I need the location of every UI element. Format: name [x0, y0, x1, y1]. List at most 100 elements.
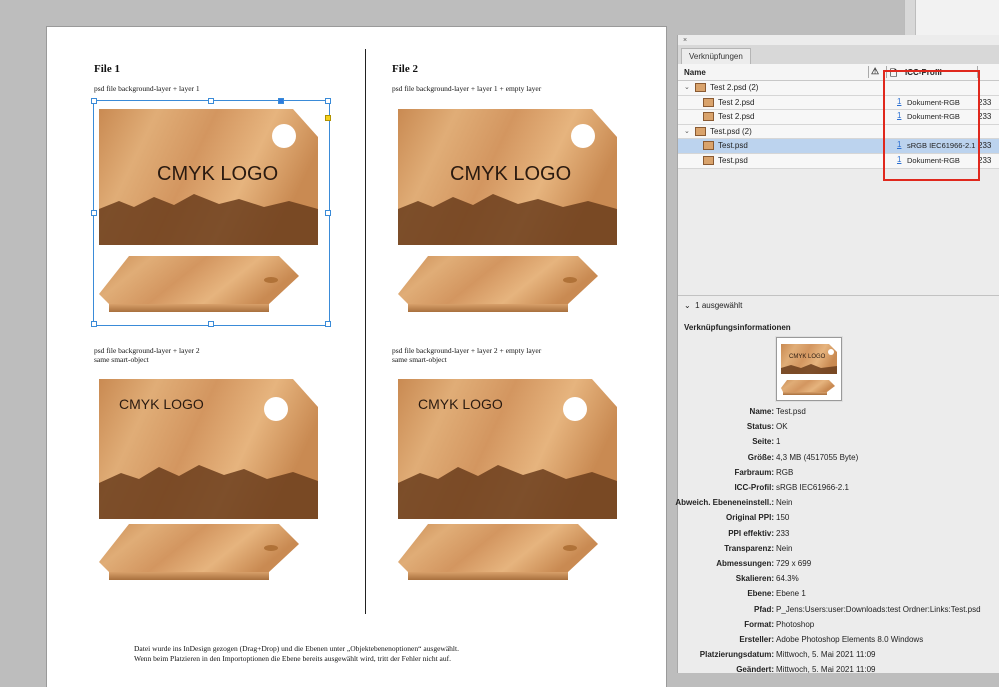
link-label: Test.psd [718, 155, 748, 165]
link-info-row: Format: Photoshop [678, 618, 999, 633]
link-info-row: Abweich. Ebeneneinstell.: Nein [675, 496, 999, 511]
file2-board-image-1[interactable]: CMYK LOGO [398, 109, 617, 245]
selection-count[interactable]: ⌄ 1 ausgewählt [684, 301, 742, 310]
resize-handle-tm-2[interactable] [278, 98, 284, 104]
column-name[interactable]: Name [684, 68, 706, 77]
link-info-key: Seite: [752, 437, 774, 447]
selection-frame[interactable] [91, 98, 331, 327]
file1-board-image-4[interactable] [99, 522, 299, 588]
panel-divider[interactable] [678, 295, 999, 296]
link-info-row: Status: OK [678, 420, 999, 435]
link-info-row: PPI effektiv: 233 [678, 527, 999, 542]
window-blank-area [916, 0, 999, 35]
resize-handle-tl[interactable] [91, 98, 97, 104]
link-label: Test 2.psd [718, 112, 755, 122]
link-info-value: sRGB IEC61966-2.1 [776, 483, 849, 492]
link-info-row: Ebene: Ebene 1 [678, 587, 999, 602]
file2-board-image-2[interactable] [398, 254, 598, 320]
resize-handle-bl[interactable] [91, 321, 97, 327]
file2-logo-text-2: CMYK LOGO [418, 396, 503, 412]
link-info-heading: Verknüpfungsinformationen [684, 323, 791, 332]
link-info-key: Größe: [747, 452, 774, 462]
file1-caption-2b: same smart-object [94, 355, 149, 364]
link-info-key: Ersteller: [739, 635, 774, 644]
link-label: Test.psd [718, 141, 748, 151]
file1-caption-1: psd file background-layer + layer 1 [94, 84, 200, 93]
link-effective-ppi: 233 [978, 97, 992, 107]
link-info-row: ICC-Profil: sRGB IEC61966-2.1 [678, 481, 999, 496]
file2-title: File 2 [392, 63, 418, 75]
file-thumbnail-icon [695, 83, 706, 92]
resize-handle-mr[interactable] [325, 210, 331, 216]
link-effective-ppi: 233 [978, 112, 992, 122]
column-separator[interactable] [868, 66, 869, 78]
close-icon[interactable]: × [683, 37, 687, 44]
file-thumbnail-icon [703, 97, 714, 107]
link-info-row: Größe: 4,3 MB (4517055 Byte) [678, 451, 999, 466]
link-info-value: Test.psd [776, 407, 806, 416]
warning-icon[interactable]: ⚠ [871, 66, 879, 77]
footnote-line-1: Datei wurde ins InDesign gezogen (Drag+D… [134, 644, 459, 653]
link-info-value: 233 [776, 528, 790, 538]
link-info-value: Nein [776, 543, 793, 553]
link-info-key: Abmessungen: [716, 559, 774, 568]
link-info-row: Seite: 1 [678, 435, 999, 450]
file-thumbnail-icon [703, 112, 714, 122]
link-info-row: Ersteller: Adobe Photoshop Elements 8.0 W… [678, 633, 999, 648]
link-preview-thumbnail: CMYK LOGO [776, 337, 842, 401]
panel-tabbar: Verknüpfungen [678, 45, 999, 65]
chevron-down-icon[interactable]: ⌄ [684, 127, 690, 135]
document-page[interactable]: File 1 psd file background-layer + layer… [47, 27, 666, 687]
link-info-key: Name: [749, 407, 774, 416]
link-info-value: Nein [776, 498, 793, 508]
links-panel: × Verknüpfungen Name ⚠ 🗋 ICC-Profil ⌄ Te… [675, 35, 999, 675]
footnote: Datei wurde ins InDesign gezogen (Drag+D… [134, 644, 604, 664]
link-info-value: 729 x 699 [776, 559, 812, 568]
link-info-row: Original PPI: 150 [678, 511, 999, 526]
content-grabber-handle[interactable] [325, 115, 331, 121]
link-info-key: Geändert: [736, 665, 774, 675]
resize-handle-tm[interactable] [208, 98, 214, 104]
link-info-value: OK [776, 422, 788, 432]
link-label: Test 2.psd [718, 97, 755, 107]
file1-board-image-3[interactable]: CMYK LOGO [99, 379, 318, 519]
link-info-value: Adobe Photoshop Elements 8.0 Windows [776, 635, 924, 644]
link-info-value: P_Jens:Users:user:Downloads:test Ordner:… [776, 604, 981, 614]
resize-handle-br[interactable] [325, 321, 331, 327]
link-info-value: 4,3 MB (4517055 Byte) [776, 452, 859, 462]
resize-handle-tr[interactable] [325, 98, 331, 104]
chevron-down-icon[interactable]: ⌄ [684, 301, 691, 310]
footnote-line-2: Wenn beim Platzieren in den Importoption… [134, 654, 452, 663]
link-info-value: 1 [776, 437, 781, 447]
file2-board-image-3[interactable]: CMYK LOGO [398, 379, 617, 519]
link-info-value: 64.3% [776, 574, 799, 584]
link-info-key: Farbraum: [734, 467, 774, 477]
chevron-down-icon[interactable]: ⌄ [684, 83, 690, 91]
link-info-key: PPI effektiv: [728, 528, 774, 538]
file-thumbnail-icon [703, 155, 714, 165]
link-info-key: Original PPI: [725, 513, 774, 523]
link-info-row: Transparenz: Nein [678, 542, 999, 557]
window-gutter [904, 0, 915, 35]
link-info-row: Skalieren: 64.3% [678, 572, 999, 587]
link-info-row: Platzierungsdatum: Mittwoch, 5. Mai 2021 … [678, 648, 999, 663]
link-effective-ppi: 233 [978, 155, 992, 165]
file1-title: File 1 [94, 63, 120, 75]
file2-board-image-4[interactable] [398, 522, 598, 588]
resize-handle-bm[interactable] [208, 321, 214, 327]
tab-verknuepfungen[interactable]: Verknüpfungen [681, 48, 751, 65]
file1-caption-2a: psd file background-layer + layer 2 [94, 346, 200, 355]
link-info-value: 150 [776, 513, 790, 523]
file2-caption-2b: same smart-object [392, 355, 447, 364]
link-info-value: Mittwoch, 5. Mai 2021 11:09 [776, 665, 876, 675]
column-divider [365, 49, 366, 614]
file2-caption-2a: psd file background-layer + layer 2 + em… [392, 346, 542, 355]
link-info-key: Status: [746, 422, 774, 432]
link-info-key: Ebene: [747, 589, 774, 599]
resize-handle-ml[interactable] [91, 210, 97, 216]
link-info-row: Pfad: P_Jens:Users:user:Downloads:test Or… [678, 603, 999, 618]
link-info-value: Ebene 1 [776, 589, 806, 599]
link-info-key: Format: [744, 619, 774, 629]
link-info-key: Pfad: [754, 604, 774, 614]
link-group-label: Test.psd (2) [710, 126, 752, 136]
